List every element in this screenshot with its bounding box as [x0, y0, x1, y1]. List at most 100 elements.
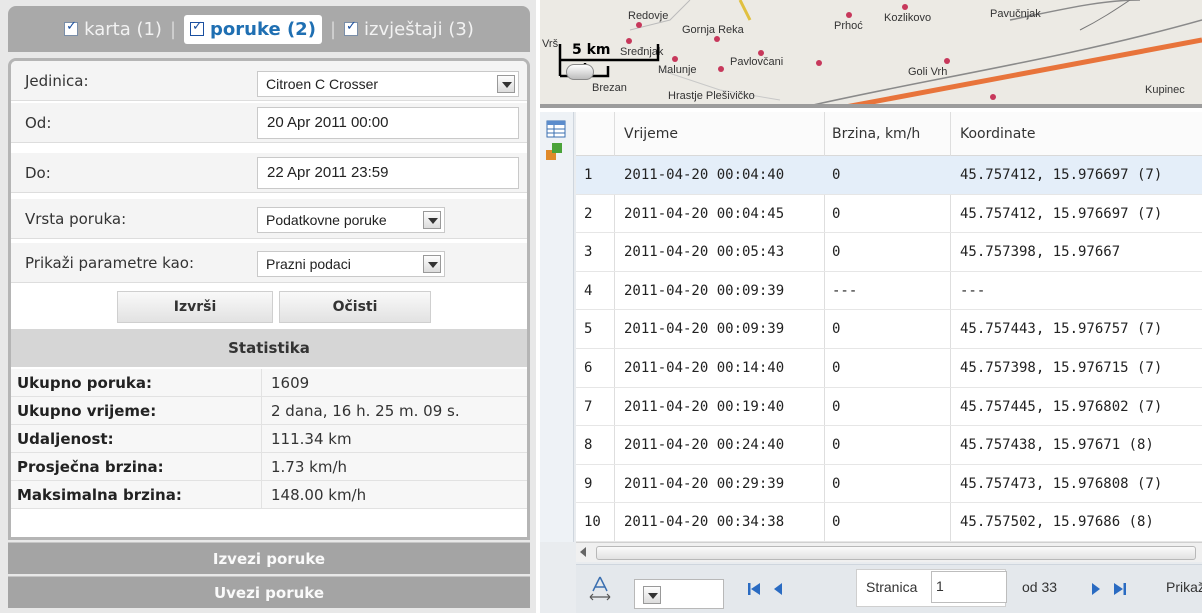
table-row[interactable]: 6 2011-04-20 00:14:40 0 45.757398, 15.97671…: [576, 349, 1202, 388]
export-messages-button[interactable]: Izvezi poruke: [8, 542, 530, 574]
from-row: Od: 20 Apr 2011 00:00: [11, 103, 527, 143]
cell-speed: 0: [832, 398, 841, 415]
cell-time: 2011-04-20 00:24:40: [624, 437, 785, 454]
tab-izvjestaji[interactable]: izvještaji (3): [344, 19, 474, 40]
checkbox-icon[interactable]: [64, 19, 79, 36]
cell-coords: 45.757473, 15.976808 (7): [960, 475, 1163, 492]
table-icon[interactable]: [546, 120, 566, 138]
map-place: Kupinec: [1145, 84, 1185, 96]
table-row[interactable]: 7 2011-04-20 00:19:40 0 45.757445, 15.97680…: [576, 388, 1202, 427]
stats-row: Ukupno vrijeme: 2 dana, 16 h. 25 m. 09 s.: [11, 397, 527, 425]
pagination-bar: 50 Stranica 1 od 33: [576, 564, 1202, 613]
prev-page-icon[interactable]: [772, 581, 784, 597]
table-row[interactable]: 2 2011-04-20 00:04:45 0 45.757412, 15.97669…: [576, 195, 1202, 234]
first-page-icon[interactable]: [746, 581, 762, 597]
cell-speed: 0: [832, 167, 841, 183]
map-marker: [636, 22, 642, 28]
zoom-slider-handle[interactable]: [566, 64, 594, 80]
map-view[interactable]: Redovje Gornja Reka Prhoć Kozlikovo Pavu…: [540, 0, 1202, 108]
chevron-down-icon[interactable]: [423, 255, 441, 273]
tab-bar: karta (1) | poruke (2) | izvještaji (3): [8, 6, 530, 52]
msgtype-select[interactable]: Podatkovne poruke: [257, 207, 445, 233]
cell-time: 2011-04-20 00:09:39: [624, 321, 785, 338]
params-select[interactable]: Prazni podaci: [257, 251, 445, 277]
cell-coords: ---: [960, 282, 986, 299]
row-number: 5: [584, 321, 593, 338]
msgtype-row: Vrsta poruka: Podatkovne poruke: [11, 199, 527, 239]
right-panel: Redovje Gornja Reka Prhoć Kozlikovo Pavu…: [536, 0, 1202, 613]
table-row[interactable]: 3 2011-04-20 00:05:43 0 45.757398, 15.97667: [576, 233, 1202, 272]
cell-speed: 0: [832, 205, 841, 222]
tab-karta[interactable]: karta (1): [64, 19, 162, 40]
column-header-time[interactable]: Vrijeme: [624, 126, 678, 142]
row-number: 8: [584, 437, 593, 454]
scroll-thumb[interactable]: [596, 546, 1196, 560]
horizontal-scrollbar[interactable]: [576, 542, 1202, 562]
column-header-speed[interactable]: Brzina, km/h: [832, 126, 920, 142]
map-marker: [902, 4, 908, 10]
table-row[interactable]: 9 2011-04-20 00:29:39 0 45.757473, 15.97680…: [576, 465, 1202, 504]
row-number: 1: [584, 167, 593, 183]
column-header-coords[interactable]: Koordinate: [960, 126, 1035, 142]
cell-time: 2011-04-20 00:34:38: [624, 514, 785, 531]
map-marker: [758, 50, 764, 56]
tab-separator: |: [329, 18, 337, 40]
table-row[interactable]: 8 2011-04-20 00:24:40 0 45.757438, 15.97671…: [576, 426, 1202, 465]
map-marker: [718, 66, 724, 72]
chevron-down-icon[interactable]: [643, 586, 661, 604]
page-number-input[interactable]: 1: [931, 571, 1007, 603]
msgtype-label: Vrsta poruka:: [25, 210, 127, 228]
unit-row: Jedinica: Citroen C Crosser: [11, 61, 527, 101]
to-date-input[interactable]: 22 Apr 2011 23:59: [257, 157, 519, 189]
tab-label: poruke (2): [210, 18, 316, 40]
cell-speed: 0: [832, 514, 841, 531]
scroll-left-icon[interactable]: [580, 547, 586, 557]
cell-time: 2011-04-20 00:29:39: [624, 475, 785, 492]
left-panel: karta (1) | poruke (2) | izvještaji (3) …: [0, 0, 536, 613]
display-info: Prikaži 1: [1166, 579, 1202, 595]
chevron-down-icon[interactable]: [497, 75, 515, 93]
map-place: Gornja Reka: [682, 24, 744, 36]
cell-time: 2011-04-20 00:19:40: [624, 398, 785, 415]
next-page-icon[interactable]: [1090, 581, 1102, 597]
page-count: od 33: [1022, 579, 1058, 595]
map-place: Pavučnjak: [990, 8, 1041, 20]
stats-key: Ukupno poruka:: [17, 374, 152, 392]
map-marker: [944, 58, 950, 64]
execute-button[interactable]: Izvrši: [117, 291, 273, 323]
row-number: 9: [584, 475, 593, 492]
scale-km: 5 km: [572, 42, 611, 58]
tab-poruke[interactable]: poruke (2): [184, 14, 322, 44]
chevron-down-icon[interactable]: [423, 211, 441, 229]
cell-time: 2011-04-20 00:04:45: [624, 205, 785, 222]
page-size-select[interactable]: 50: [634, 579, 724, 609]
last-page-icon[interactable]: [1112, 581, 1128, 597]
params-value: Prazni podaci: [266, 256, 351, 272]
unit-select[interactable]: Citroen C Crosser: [257, 71, 519, 97]
stats-title: Statistika: [11, 329, 527, 367]
export-icon[interactable]: [544, 140, 566, 162]
tab-label: izvještaji (3): [364, 18, 474, 40]
stats-key: Udaljenost:: [17, 430, 114, 448]
map-marker: [672, 56, 678, 62]
cell-coords: 45.757438, 15.97671 (8): [960, 437, 1154, 454]
cell-coords: 45.757412, 15.976697 (7): [960, 205, 1163, 222]
clear-button[interactable]: Očisti: [279, 291, 431, 323]
stats-row: Ukupno poruka: 1609: [11, 369, 527, 397]
params-row: Prikaži parametre kao: Prazni podaci: [11, 243, 527, 283]
table-row[interactable]: 1 2011-04-20 00:04:40 0 45.757412, 15.97669…: [576, 156, 1202, 195]
autosize-columns-icon[interactable]: [588, 575, 612, 601]
stats-key: Ukupno vrijeme:: [17, 402, 157, 420]
import-messages-button[interactable]: Uvezi poruke: [8, 576, 530, 608]
checkbox-icon[interactable]: [344, 19, 359, 36]
row-number: 4: [584, 282, 593, 299]
table-row[interactable]: 10 2011-04-20 00:34:38 0 45.757502, 15.9768…: [576, 503, 1202, 542]
table-row[interactable]: 5 2011-04-20 00:09:39 0 45.757443, 15.97675…: [576, 310, 1202, 349]
checkbox-icon[interactable]: [190, 19, 205, 36]
to-row: Do: 22 Apr 2011 23:59: [11, 153, 527, 193]
cell-speed: ---: [832, 282, 858, 299]
table-row[interactable]: 4 2011-04-20 00:09:39 --- ---: [576, 272, 1202, 311]
map-marker: [816, 60, 822, 66]
from-date-input[interactable]: 20 Apr 2011 00:00: [257, 107, 519, 139]
row-number: 7: [584, 398, 593, 415]
